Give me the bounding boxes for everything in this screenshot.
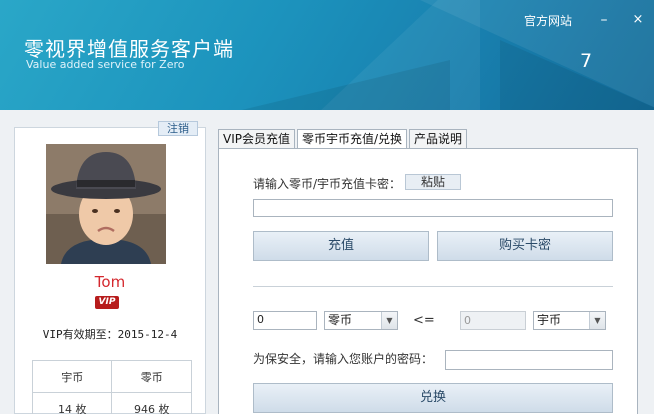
section-divider xyxy=(253,286,613,287)
recharge-button[interactable]: 充值 xyxy=(253,231,429,261)
coin-header-lingbi: 零币 xyxy=(111,360,192,393)
exchange-arrow: <= xyxy=(413,313,435,328)
exchange-button[interactable]: 兑换 xyxy=(253,383,613,413)
app-subtitle: Value added service for Zero xyxy=(26,58,185,71)
table-row: 宇币 零币 xyxy=(31,360,192,393)
exchange-result-field: 0 xyxy=(460,311,526,330)
logout-button[interactable]: 注销 xyxy=(158,121,198,136)
tab-bar: VIP会员充值 零币宇币充值/兑换 产品说明 xyxy=(218,129,469,149)
vip-badge: VIP xyxy=(95,296,119,309)
header-number: 7 xyxy=(580,50,593,72)
header-decoration xyxy=(500,40,654,110)
from-currency-value: 零币 xyxy=(328,313,353,327)
exchange-amount-input[interactable]: 0 xyxy=(253,311,317,330)
password-input[interactable] xyxy=(445,350,613,370)
coin-header-yubi: 宇币 xyxy=(31,360,113,393)
buy-card-button[interactable]: 购买卡密 xyxy=(437,231,613,261)
password-prompt-label: 为保安全，请输入您账户的密码： xyxy=(253,352,434,366)
avatar xyxy=(46,144,166,264)
close-button[interactable]: × xyxy=(628,10,648,30)
table-row: 14 枚 946 枚 xyxy=(31,392,192,414)
coin-balance-table: 宇币 零币 14 枚 946 枚 xyxy=(31,360,192,414)
tab-vip-recharge[interactable]: VIP会员充值 xyxy=(218,129,295,148)
tab-product-info[interactable]: 产品说明 xyxy=(409,129,468,148)
header-decoration xyxy=(200,60,450,110)
paste-button[interactable]: 粘贴 xyxy=(405,174,461,190)
coin-value-yubi: 14 枚 xyxy=(31,392,113,414)
vip-expiry: VIP有效期至：2015-12-4 xyxy=(42,328,178,341)
to-currency-value: 宇币 xyxy=(537,313,562,327)
chevron-down-icon: ▼ xyxy=(589,312,605,329)
minimize-button[interactable]: – xyxy=(594,10,614,30)
tab-coin-recharge[interactable]: 零币宇币充值/兑换 xyxy=(297,129,408,149)
username: Tom xyxy=(94,273,126,291)
official-site-link[interactable]: 官方网站 xyxy=(524,12,572,29)
coin-value-lingbi: 946 枚 xyxy=(111,392,192,414)
avatar-image xyxy=(46,144,166,264)
from-currency-select[interactable]: 零币 ▼ xyxy=(324,311,398,330)
app-header: 零视界增值服务客户端 Value added service for Zero … xyxy=(0,0,654,110)
chevron-down-icon: ▼ xyxy=(381,312,397,329)
to-currency-select[interactable]: 宇币 ▼ xyxy=(533,311,606,330)
card-code-input[interactable] xyxy=(253,199,613,217)
card-prompt-label: 请输入零币/宇币充值卡密： xyxy=(253,177,402,191)
